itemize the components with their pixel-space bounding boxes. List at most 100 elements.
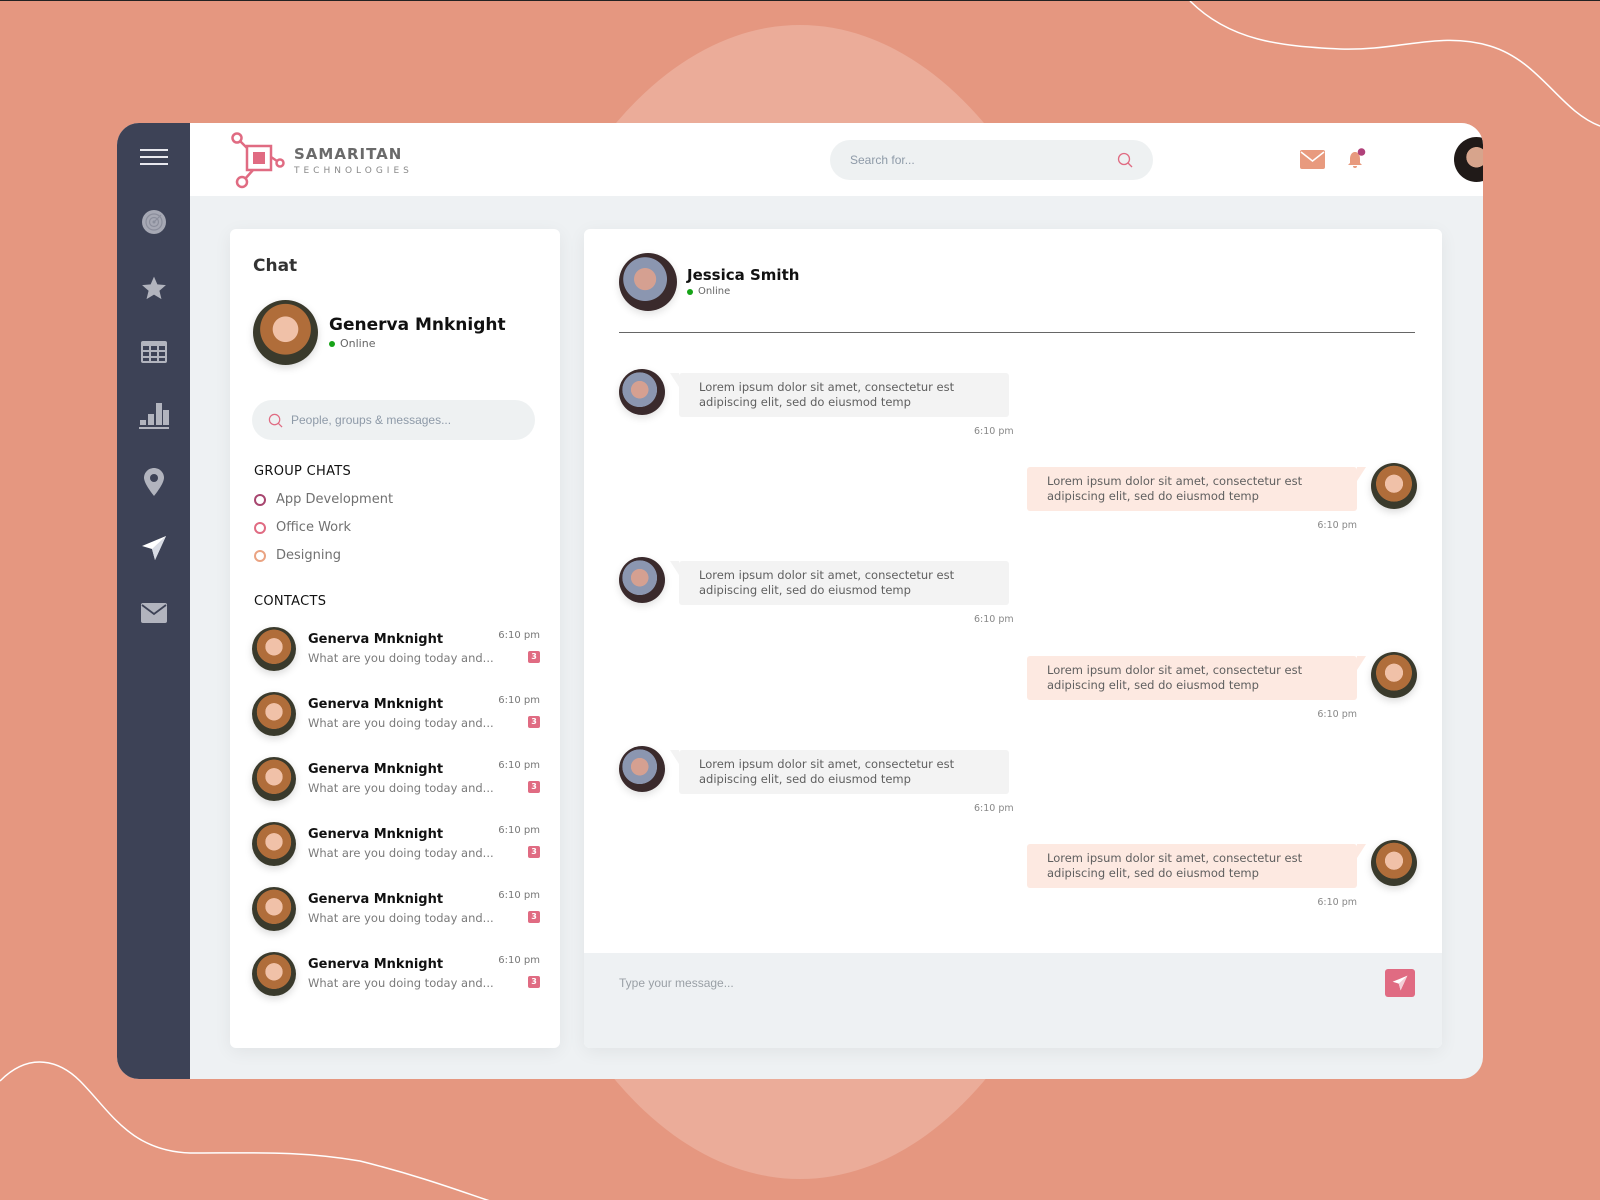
contact-name: Generva Mnknight [308,632,444,647]
sender-avatar [619,557,665,603]
contact-name: Generva Mnknight [308,762,444,777]
send-button[interactable] [1385,969,1415,997]
group-chat-item[interactable]: Designing [254,548,341,563]
message-composer [584,953,1442,1048]
bell-icon [1348,148,1366,168]
sidebar-item-location[interactable] [117,462,190,502]
search-icon[interactable] [1117,152,1133,168]
message-bubble: Lorem ipsum dolor sit amet, consectetur … [670,750,1009,794]
message-incoming: Lorem ipsum dolor sit amet, consectetur … [619,369,1417,449]
contact-name: Generva Mnknight [308,892,444,907]
global-search-input[interactable] [850,153,1117,167]
brand-subtitle: TECHNOLOGIES [294,165,413,176]
bar-chart-icon [138,403,169,429]
contact-time: 6:10 pm [498,890,540,901]
message-bubble: Lorem ipsum dolor sit amet, consectetur … [1027,467,1366,511]
user-avatar[interactable] [1454,137,1483,182]
star-icon [141,276,166,300]
circuit-logo-icon [231,132,285,189]
sidebar-item-favorites[interactable] [117,268,190,308]
message-time: 6:10 pm [1317,897,1357,908]
contact-item[interactable]: Generva Mnknight What are you doing toda… [252,757,540,805]
table-icon [140,341,167,363]
unread-badge: 3 [528,976,540,988]
global-search [830,140,1153,180]
message-outgoing: Lorem ipsum dolor sit amet, consectetur … [619,463,1417,543]
online-dot-icon [687,288,693,295]
sender-avatar [1371,840,1417,886]
sidebar [117,123,190,1079]
message-input[interactable] [619,973,1319,993]
contact-time: 6:10 pm [498,760,540,771]
contact-preview: What are you doing today and... [308,911,494,925]
message-incoming: Lorem ipsum dolor sit amet, consectetur … [619,746,1417,826]
contacts-heading: CONTACTS [254,594,327,609]
unread-badge: 3 [528,846,540,858]
online-dot-icon [329,340,335,347]
contact-time: 6:10 pm [498,630,540,641]
message-time: 6:10 pm [974,614,1014,625]
sidebar-item-tables[interactable] [117,332,190,372]
unread-badge: 3 [528,651,540,663]
map-pin-icon [143,468,164,496]
message-incoming: Lorem ipsum dolor sit amet, consectetur … [619,557,1417,637]
contact-item[interactable]: Generva Mnknight What are you doing toda… [252,952,540,1000]
message-bubble: Lorem ipsum dolor sit amet, consectetur … [1027,656,1366,700]
group-ring-icon [254,549,266,562]
sender-avatar [1371,652,1417,698]
group-chat-label: Designing [276,548,341,563]
notifications-button[interactable] [1345,148,1367,174]
group-chat-item[interactable]: App Development [254,492,393,507]
group-chat-item[interactable]: Office Work [254,520,351,535]
my-avatar[interactable] [253,300,318,365]
contact-avatar [252,887,296,931]
sender-avatar [619,369,665,415]
message-time: 6:10 pm [974,426,1014,437]
contact-item[interactable]: Generva Mnknight What are you doing toda… [252,887,540,935]
contact-item[interactable]: Generva Mnknight What are you doing toda… [252,692,540,740]
message-time: 6:10 pm [1317,520,1357,531]
contact-avatar [252,822,296,866]
contact-time: 6:10 pm [498,695,540,706]
contact-avatar[interactable] [619,253,677,311]
paper-plane-icon [141,536,166,560]
sidebar-item-analytics[interactable] [117,396,190,436]
hamburger-icon [139,149,168,165]
sender-avatar [1371,463,1417,509]
contact-name: Generva Mnknight [308,957,444,972]
brand-logo[interactable]: SAMARITAN TECHNOLOGIES [230,131,413,189]
my-status-label: Online [340,337,376,350]
menu-button[interactable] [117,137,190,177]
sidebar-item-mail[interactable] [117,593,190,633]
group-chat-label: Office Work [276,520,351,535]
group-chat-label: App Development [276,492,394,507]
conversation-panel: Jessica Smith Online Lorem ipsum dolor s… [584,229,1442,1048]
header-divider [619,332,1415,333]
contact-avatar [252,952,296,996]
chat-panel-title: Chat [253,256,298,276]
search-icon [268,413,283,427]
message-bubble: Lorem ipsum dolor sit amet, consectetur … [1027,844,1366,888]
sidebar-item-dashboard[interactable] [117,202,190,242]
contact-item[interactable]: Generva Mnknight What are you doing toda… [252,822,540,870]
contact-preview: What are you doing today and... [308,846,494,860]
contact-preview: What are you doing today and... [308,976,494,990]
sidebar-item-send[interactable] [117,528,190,568]
chat-list-panel: Chat Generva Mnknight Online GROUP CHATS… [230,229,560,1048]
unread-badge: 3 [528,781,540,793]
my-status: Online [329,337,375,350]
app-window: SAMARITAN TECHNOLOGIES Chat Generva Mnkn… [117,123,1483,1079]
notification-dot [1357,148,1366,156]
contact-item[interactable]: Generva Mnknight What are you doing toda… [252,627,540,675]
contact-time: 6:10 pm [498,955,540,966]
message-time: 6:10 pm [1317,709,1357,720]
unread-badge: 3 [528,911,540,923]
messages-button[interactable] [1300,150,1325,173]
top-header: SAMARITAN TECHNOLOGIES [190,123,1483,196]
message-bubble: Lorem ipsum dolor sit amet, consectetur … [670,373,1009,417]
contact-preview: What are you doing today and... [308,716,494,730]
contact-avatar [252,692,296,736]
people-search-input[interactable] [291,413,519,427]
brand-title: SAMARITAN [294,144,403,163]
contact-preview: What are you doing today and... [308,651,494,665]
